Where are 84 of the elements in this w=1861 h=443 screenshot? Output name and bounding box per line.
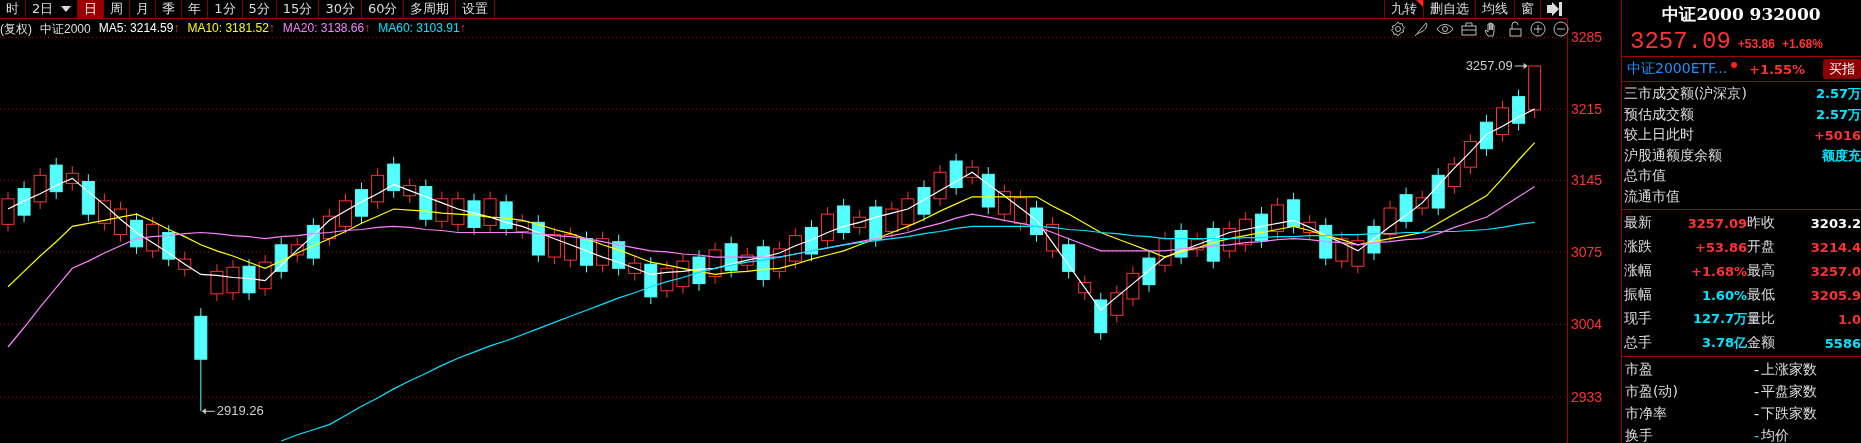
stat-value: +5016 (1813, 127, 1861, 143)
alert-dot (1731, 62, 1737, 68)
current-price: 3257.09 (1630, 28, 1731, 55)
high-price-label: 3257.09 (1465, 58, 1528, 73)
zoom-in-icon[interactable] (1530, 21, 1546, 37)
adjust-mode-label: (复权) (0, 21, 32, 38)
field-value: +1.68% (1690, 263, 1747, 279)
field-value: 3203.2 (1809, 215, 1861, 231)
candlestick (885, 201, 899, 240)
toolbox-icon[interactable] (1461, 21, 1477, 37)
field-label: 上涨家数 (1761, 361, 1817, 379)
stat-label: 流通市值 (1624, 187, 1680, 206)
field-label: 市盈(动) (1625, 383, 1679, 401)
field-value: - (1752, 428, 1759, 443)
field-label: 最低 (1747, 286, 1775, 304)
field-value: 3205.9 (1809, 287, 1861, 303)
low-price-label: 2919.26 (201, 403, 264, 419)
field-value: 5586 (1823, 335, 1861, 351)
etf-link[interactable]: 中证2000ETF... (1627, 60, 1728, 78)
stat-value: 2.57万 (1815, 85, 1861, 104)
field-value: 3.78亿 (1700, 334, 1747, 352)
stat-label: 总市值 (1624, 167, 1666, 186)
stat-label: 较上日此时 (1624, 126, 1694, 145)
field-label: 市净率 (1625, 405, 1668, 423)
ma-legend-item: MA10: 3181.52↑ (187, 21, 275, 37)
field-label: 昨收 (1747, 214, 1775, 232)
stat-value: 额度充 (1822, 146, 1861, 165)
caret-icon (61, 6, 72, 12)
field-label: 金额 (1747, 334, 1775, 352)
axis-label: 2933 (1571, 389, 1603, 405)
field-label: 振幅 (1624, 286, 1653, 304)
field-value: 1.0 (1836, 311, 1861, 327)
stat-label: 预估成交额 (1624, 105, 1694, 124)
feather-icon[interactable] (1413, 21, 1429, 37)
field-value: - (1752, 362, 1759, 378)
axis-label: 3004 (1571, 316, 1603, 333)
ma-legend-item: MA20: 3138.66↑ (282, 21, 371, 37)
field-value: - (1752, 384, 1759, 400)
field-label: 最高 (1747, 262, 1775, 280)
axis-label: 3215 (1571, 100, 1603, 117)
field-value: 127.7万 (1691, 310, 1747, 328)
annotation: 2919.26 (216, 403, 264, 419)
zoom-out-icon[interactable] (1553, 21, 1569, 37)
field-label: 涨跌 (1624, 238, 1653, 256)
field-label: 均价 (1761, 427, 1789, 443)
stat-label: 沪股通额度余额 (1624, 146, 1722, 165)
field-value: 3214.4 (1809, 239, 1861, 255)
field-label: 平盘家数 (1761, 383, 1817, 401)
axis-label: 3075 (1571, 243, 1603, 260)
ma-legend-item: MA5: 3214.59↑ (98, 21, 180, 37)
eye-icon[interactable] (1436, 21, 1454, 37)
field-value: +53.86 (1694, 239, 1747, 255)
buy-button[interactable]: 买指 (1823, 59, 1861, 79)
candlestick (1110, 285, 1124, 323)
candlestick (210, 263, 224, 302)
settings-icon[interactable] (1390, 21, 1406, 37)
period-tab[interactable]: 日 (78, 0, 105, 18)
field-label: 最新 (1624, 214, 1653, 232)
field-label: 量比 (1747, 310, 1775, 328)
axis-label: 3145 (1571, 172, 1603, 189)
field-label: 涨幅 (1624, 262, 1653, 280)
field-value: 3257.09 (1686, 215, 1747, 231)
field-label: 开盘 (1747, 238, 1775, 256)
stat-label: 三市成交额(沪深京) (1624, 85, 1747, 104)
field-value: 3257.0 (1809, 263, 1861, 279)
etf-change: +1.55% (1749, 61, 1805, 77)
index-title: 中证2000 932000 (1661, 3, 1822, 26)
price-change: +53.86 (1737, 37, 1775, 51)
stat-value: 2.57万 (1815, 105, 1861, 124)
field-label: 下跌家数 (1761, 405, 1817, 423)
field-label: 市盈 (1625, 361, 1654, 379)
index-name: 中证2000 (40, 21, 91, 38)
unlock-icon[interactable] (1507, 21, 1523, 37)
annotation: 3257.09 (1465, 58, 1513, 73)
field-label: 现手 (1624, 310, 1653, 328)
axis-label: 3285 (1571, 29, 1603, 46)
field-value: 1.60% (1700, 287, 1747, 303)
candlestick (1447, 156, 1461, 195)
percent-change: +1.68% (1781, 37, 1823, 51)
field-label: 总手 (1624, 334, 1653, 352)
ma-legend-item: MA60: 3103.91↑ (378, 21, 466, 37)
field-value: - (1752, 406, 1759, 422)
field-label: 换手 (1625, 427, 1654, 443)
toolbar-button[interactable]: 九转 (1384, 0, 1423, 18)
